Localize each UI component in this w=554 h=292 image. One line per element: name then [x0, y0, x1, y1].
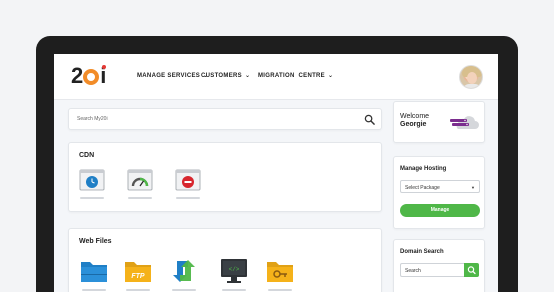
key-folder-icon[interactable]	[265, 257, 295, 285]
web-files-title: Web Files	[79, 238, 112, 245]
logo-text: 2	[71, 63, 83, 88]
package-select-value: Select Package	[405, 185, 440, 191]
web-files-label-placeholder	[82, 289, 106, 291]
code-editor-icon[interactable]: </>	[219, 257, 249, 285]
search-icon	[467, 266, 476, 275]
svg-text:</>: </>	[229, 266, 240, 273]
block-icon[interactable]	[175, 169, 201, 191]
cdn-label-placeholder	[176, 197, 200, 199]
svg-text:FTP: FTP	[131, 273, 145, 280]
domain-search-input[interactable]: Search	[400, 263, 464, 277]
nav-label: MIGRATION CENTRE	[258, 72, 325, 79]
chevron-down-icon: ⌄	[328, 73, 334, 79]
cloud-server-icon	[450, 116, 479, 129]
caret-down-icon: ▼	[471, 185, 475, 190]
ftp-folder-icon[interactable]: FTP	[123, 257, 153, 285]
web-files-label-placeholder	[172, 289, 196, 291]
domain-search-title: Domain Search	[400, 249, 444, 255]
search-bar[interactable]: Search My20i	[68, 108, 382, 130]
web-files-panel: Web Files FTP </>	[68, 228, 382, 292]
manage-button[interactable]: Manage	[400, 204, 480, 217]
manage-hosting-title: Manage Hosting	[400, 166, 447, 172]
search-icon[interactable]	[364, 114, 375, 125]
brand-logo[interactable]: 2i	[71, 64, 106, 88]
top-navigation-bar: 2i MANAGE SERVICES ⌄ CUSTOMERS ⌄ MIGRATI…	[54, 54, 498, 100]
cdn-panel: CDN	[68, 142, 382, 212]
logo-ring	[83, 69, 100, 85]
web-files-label-placeholder	[268, 289, 292, 291]
user-avatar[interactable]	[459, 65, 483, 89]
cdn-title: CDN	[79, 152, 95, 159]
user-name: Georgie	[400, 121, 427, 128]
nav-migration-centre[interactable]: MIGRATION CENTRE ⌄	[258, 72, 334, 80]
dashboard-screen: 2i MANAGE SERVICES ⌄ CUSTOMERS ⌄ MIGRATI…	[54, 54, 498, 292]
welcome-label: Welcome	[400, 113, 430, 120]
cdn-label-placeholder	[128, 197, 152, 199]
domain-search-panel: Domain Search Search	[393, 239, 485, 292]
speedometer-icon[interactable]	[127, 169, 153, 191]
folder-icon[interactable]	[79, 257, 109, 285]
web-files-label-placeholder	[126, 289, 150, 291]
sync-icon[interactable]	[169, 257, 199, 285]
chevron-down-icon: ⌄	[244, 73, 251, 79]
domain-search-button[interactable]	[464, 263, 479, 277]
logo-i: i	[100, 63, 107, 88]
package-select[interactable]: Select Package ▼	[400, 180, 480, 193]
nav-label: MANAGE SERVICES	[137, 72, 201, 79]
nav-customers[interactable]: CUSTOMERS ⌄	[201, 72, 251, 80]
welcome-panel: Welcome Georgie	[393, 101, 485, 143]
manage-hosting-panel: Manage Hosting Select Package ▼ Manage	[393, 156, 485, 229]
clock-icon[interactable]	[79, 169, 105, 191]
nav-label: CUSTOMERS	[201, 72, 242, 79]
web-files-label-placeholder	[222, 289, 246, 291]
search-input[interactable]: Search My20i	[77, 116, 108, 122]
nav-manage-services[interactable]: MANAGE SERVICES ⌄	[137, 72, 208, 80]
cdn-label-placeholder	[80, 197, 104, 199]
